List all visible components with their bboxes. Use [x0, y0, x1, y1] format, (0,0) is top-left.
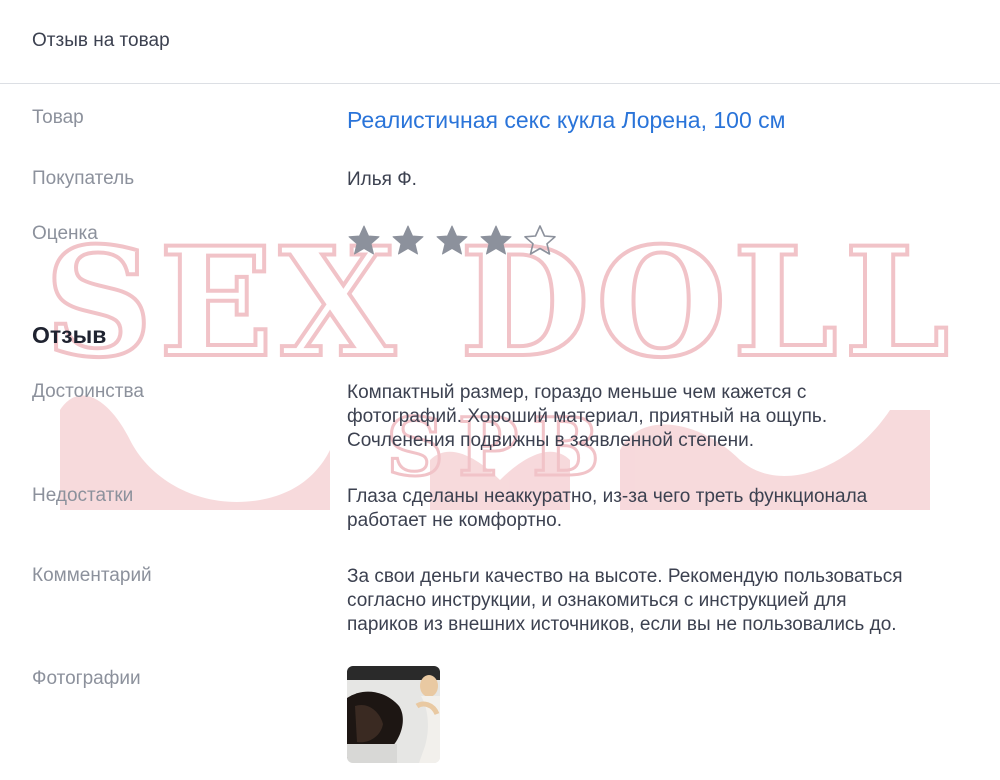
buyer-name: Илья Ф. [347, 169, 417, 190]
cons-line: Глаза сделаны неаккуратно, из-за чего тр… [347, 486, 868, 507]
pros-line: Компактный размер, гораздо меньше чем ка… [347, 382, 807, 403]
cons-label: Недостатки [32, 485, 134, 506]
pros-label: Достоинства [32, 381, 144, 402]
comment-text: За свои деньги качество на высоте. Реком… [347, 565, 903, 637]
review-section-title: Отзыв [32, 322, 107, 348]
buyer-label: Покупатель [32, 168, 135, 189]
comment-line: согласно инструкции, и ознакомиться с ин… [347, 590, 847, 611]
comment-line: За свои деньги качество на высоте. Реком… [347, 566, 903, 587]
cons-text: Глаза сделаны неаккуратно, из-за чего тр… [347, 485, 867, 533]
rating-label: Оценка [32, 223, 98, 244]
review-photo-thumbnail[interactable] [347, 666, 440, 763]
page-title: Отзыв на товар [32, 30, 170, 51]
cons-line: работает не комфортно. [347, 510, 563, 531]
product-label: Товар [32, 107, 84, 128]
product-field: Реалистичная секс кукла Лорена, 100 см [347, 108, 785, 135]
comment-line: париков из внешних источников, если вы н… [347, 614, 897, 635]
star-filled-icon [436, 225, 468, 255]
photos-label: Фотографии [32, 668, 141, 689]
star-filled-icon [392, 225, 424, 255]
star-outline-icon [524, 225, 556, 255]
product-link[interactable]: Реалистичная секс кукла Лорена, 100 см [347, 107, 785, 133]
page-header: Отзыв на товар [0, 0, 1000, 84]
pros-line: Сочленения подвижны в заявленной степени… [347, 430, 755, 451]
comment-label: Комментарий [32, 565, 152, 586]
rating-stars [347, 224, 557, 256]
pros-line: фотографий. Хороший материал, приятный н… [347, 406, 828, 427]
star-filled-icon [480, 225, 512, 255]
star-filled-icon [348, 225, 380, 255]
pros-text: Компактный размер, гораздо меньше чем ка… [347, 381, 827, 453]
photo-image [347, 666, 440, 763]
